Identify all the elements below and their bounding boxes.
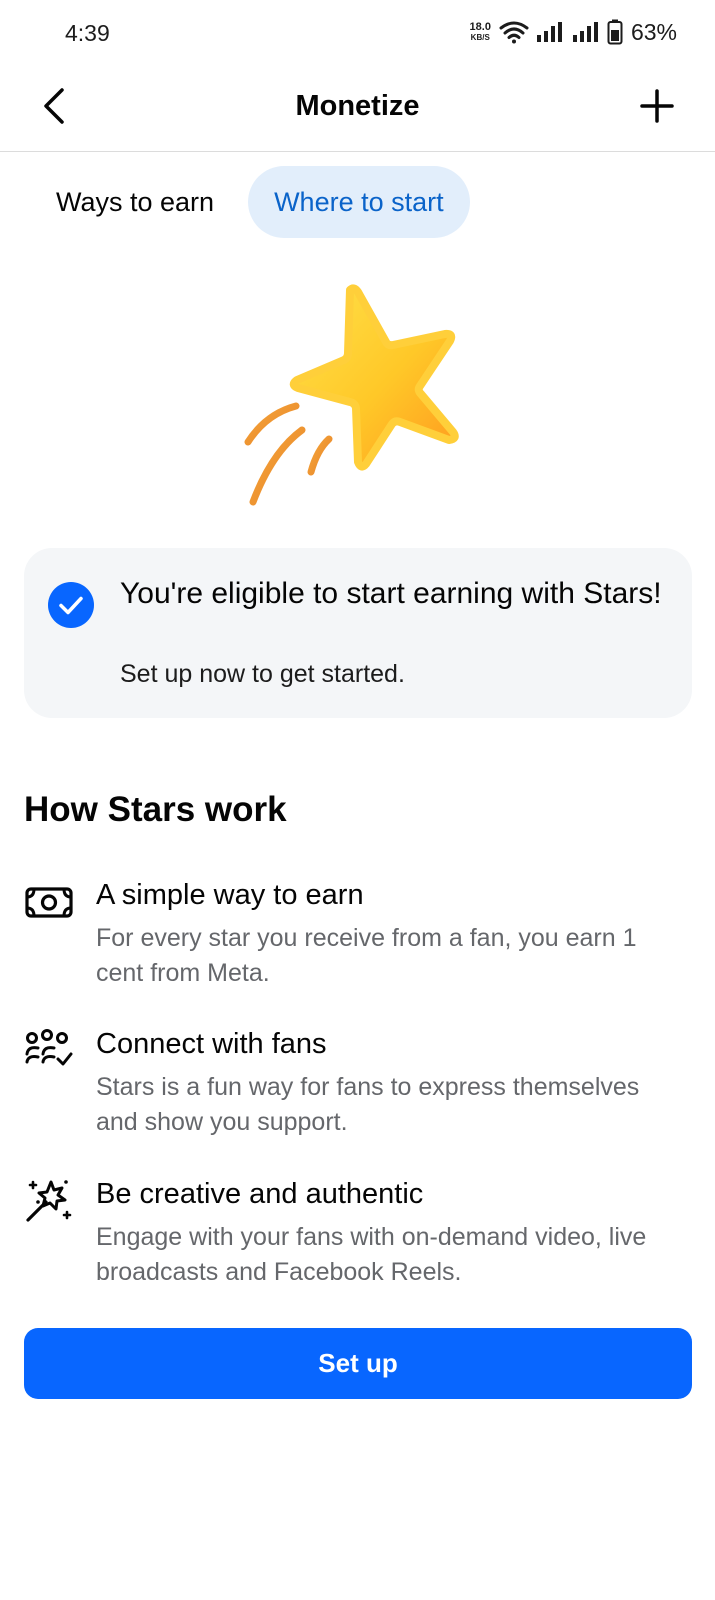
check-circle-icon [48,582,94,628]
tab-ways-to-earn[interactable]: Ways to earn [24,166,240,238]
battery-percent: 63% [630,18,677,45]
tab-where-to-start[interactable]: Where to start [248,166,470,238]
add-button[interactable] [639,88,675,124]
fans-icon [25,1029,73,1066]
tab-bar: Ways to earn Where to start [24,166,470,238]
status-bar: 4:39 18.0 KB/S 63% [0,0,715,64]
setup-button[interactable]: Set up [24,1328,692,1399]
magic-wand-icon [26,1180,72,1222]
feature-description: Stars is a fun way for fans to express t… [96,1073,640,1136]
money-icon [25,887,73,918]
signal-icon [572,22,598,42]
feature-title: Connect with fans [96,1028,327,1060]
feature-description: For every star you receive from a fan, y… [96,924,637,987]
status-time: 4:39 [65,20,110,46]
eligibility-card: You're eligible to start earning with St… [24,548,692,718]
network-speed-unit: KB/S [470,33,490,42]
wifi-icon [499,21,529,44]
plus-icon [640,89,674,123]
signal-icon [536,22,562,42]
eligibility-subtitle: Set up now to get started. [120,660,405,688]
page-title: Monetize [295,90,420,122]
status-icons: 18.0 KB/S 63% [470,18,677,46]
section-title: How Stars work [24,790,287,829]
feature-title: Be creative and authentic [96,1178,424,1210]
feature-title: A simple way to earn [96,879,364,911]
eligibility-title: You're eligible to start earning with St… [120,577,662,610]
monetize-screen: 4:39 18.0 KB/S 63% Monetize Ways to earn… [0,0,715,1600]
battery-icon [607,19,623,45]
feature-description: Engage with your fans with on-demand vid… [96,1223,647,1286]
shooting-star-illustration [244,284,459,506]
app-header: Monetize [0,64,715,152]
network-speed: 18.0 KB/S [469,21,491,43]
network-speed-value: 18.0 [469,21,491,33]
